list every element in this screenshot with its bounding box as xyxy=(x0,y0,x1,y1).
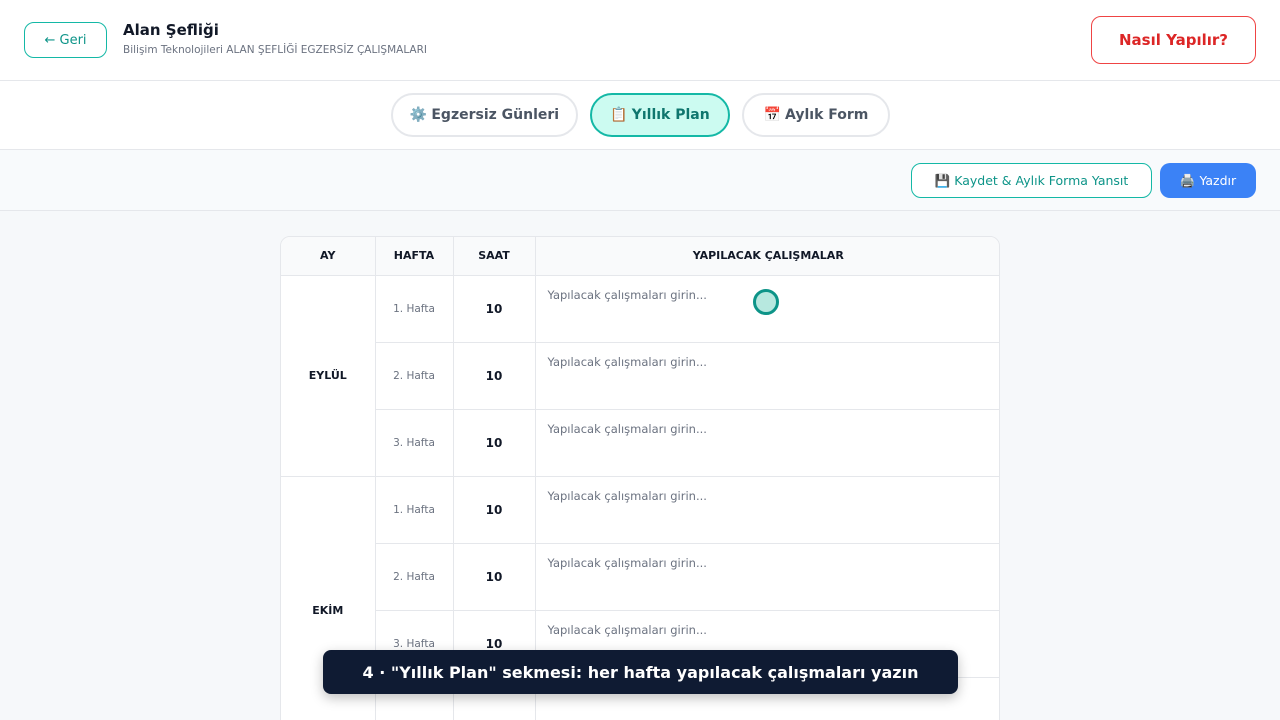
hours-cell: 10 xyxy=(453,409,536,477)
tutorial-caption: 4 · "Yıllık Plan" sekmesi: her hafta yap… xyxy=(323,650,958,694)
table-row: 2. Hafta 10 xyxy=(281,543,999,611)
tab-label: Yıllık Plan xyxy=(631,107,710,123)
work-cell xyxy=(535,476,999,544)
table-row: 3. Hafta 10 xyxy=(281,409,999,477)
pointer-indicator xyxy=(753,289,779,315)
tabs-bar: ⚙️ Egzersiz Günleri 📋 Yıllık Plan 📅 Aylı… xyxy=(0,81,1280,150)
tab-monthly-form[interactable]: 📅 Aylık Form xyxy=(742,93,890,137)
tab-label: Egzersiz Günleri xyxy=(431,107,560,123)
column-header-week: HAFTA xyxy=(375,237,454,276)
title-block: Alan Şefliği Bilişim Teknolojileri ALAN … xyxy=(123,21,427,56)
table-row: EYLÜL 1. Hafta 10 xyxy=(281,275,999,477)
hours-cell: 10 xyxy=(453,543,536,611)
work-cell xyxy=(535,543,999,611)
week-cell: 3. Hafta xyxy=(375,409,454,477)
hours-cell: 10 xyxy=(453,476,536,544)
work-input[interactable] xyxy=(535,409,999,472)
week-cell: 2. Hafta xyxy=(375,543,454,611)
page-subtitle: Bilişim Teknolojileri ALAN ŞEFLİĞİ EGZER… xyxy=(123,44,428,56)
floppy-disk-icon: 💾 xyxy=(934,172,951,188)
work-cell xyxy=(535,409,999,477)
calendar-icon: 📅 xyxy=(763,107,782,123)
table-row: 2. Hafta 10 xyxy=(281,342,999,410)
page-title: Alan Şefliği xyxy=(123,21,219,39)
column-header-month: AY xyxy=(281,237,376,276)
actions-bar: 💾 Kaydet & Aylık Forma Yansıt 🖨️ Yazdır xyxy=(0,150,1280,211)
tab-label: Aylık Form xyxy=(785,107,869,123)
column-header-work: YAPILACAK ÇALIŞMALAR xyxy=(535,237,999,276)
print-button[interactable]: 🖨️ Yazdır xyxy=(1160,163,1256,198)
hours-cell: 10 xyxy=(453,275,536,343)
week-cell: 1. Hafta xyxy=(375,476,454,544)
hours-cell: 10 xyxy=(453,342,536,410)
printer-icon: 🖨️ xyxy=(1179,172,1196,188)
work-input[interactable] xyxy=(535,543,999,606)
top-bar: ← Geri Alan Şefliği Bilişim Teknolojiler… xyxy=(0,0,1280,81)
week-cell: 2. Hafta xyxy=(375,342,454,410)
week-cell: 1. Hafta xyxy=(375,275,454,343)
work-cell xyxy=(535,342,999,410)
how-to-button[interactable]: Nasıl Yapılır? xyxy=(1091,16,1256,64)
tab-exercise-days[interactable]: ⚙️ Egzersiz Günleri xyxy=(391,93,578,137)
yearly-plan-table-card: AY HAFTA SAAT YAPILACAK ÇALIŞMALAR EYLÜL… xyxy=(280,236,1000,720)
gear-icon: ⚙️ xyxy=(409,107,428,123)
month-cell: EYLÜL xyxy=(281,275,376,477)
yearly-plan-table: AY HAFTA SAAT YAPILACAK ÇALIŞMALAR EYLÜL… xyxy=(281,237,999,720)
work-input[interactable] xyxy=(535,476,999,539)
work-input[interactable] xyxy=(535,342,999,405)
column-header-hours: SAAT xyxy=(453,237,536,276)
print-label: Yazdır xyxy=(1199,173,1237,188)
back-button[interactable]: ← Geri xyxy=(24,22,107,58)
save-and-apply-button[interactable]: 💾 Kaydet & Aylık Forma Yansıt xyxy=(911,163,1152,198)
table-row: EKİM 1. Hafta 10 xyxy=(281,476,999,720)
clipboard-icon: 📋 xyxy=(610,107,628,123)
table-header-row: AY HAFTA SAAT YAPILACAK ÇALIŞMALAR xyxy=(281,237,999,276)
tab-yearly-plan[interactable]: 📋 Yıllık Plan xyxy=(590,93,730,137)
save-label: Kaydet & Aylık Forma Yansıt xyxy=(954,173,1129,188)
